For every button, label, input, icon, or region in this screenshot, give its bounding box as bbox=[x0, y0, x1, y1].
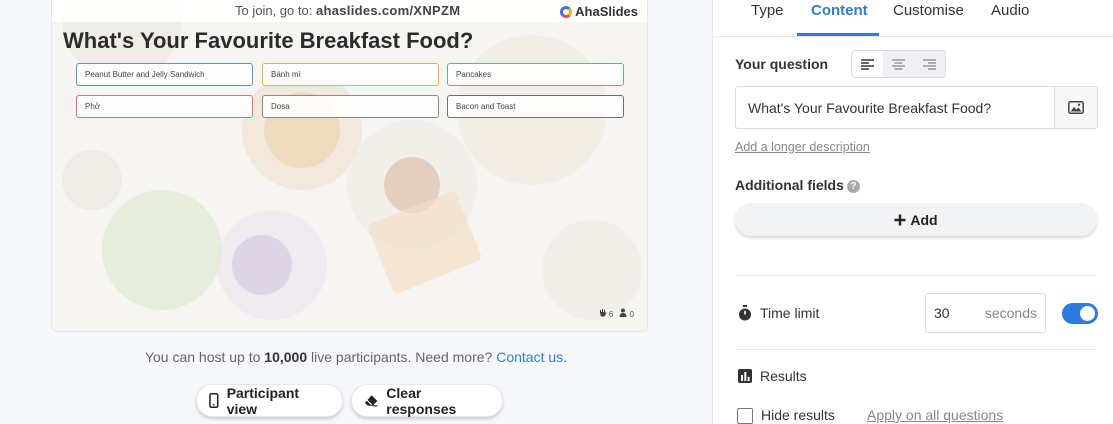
align-left-icon bbox=[861, 58, 874, 70]
host-capacity-note: You can host up to 10,000 live participa… bbox=[144, 349, 568, 365]
option-3: Pancakes bbox=[447, 63, 624, 86]
option-1: Peanut Butter and Jelly Sandwich bbox=[76, 63, 253, 86]
tab-content[interactable]: Content bbox=[811, 2, 868, 37]
eraser-icon bbox=[364, 395, 378, 407]
bar-chart-icon bbox=[738, 369, 752, 383]
tab-type[interactable]: Type bbox=[751, 2, 784, 37]
slide-preview-area: To join, go to: ahaslides.com/XNPZM AhaS… bbox=[0, 0, 712, 424]
ahaslides-logo: AhaSlides bbox=[560, 4, 638, 19]
time-limit-unit: seconds bbox=[984, 305, 1037, 321]
tab-customise[interactable]: Customise bbox=[893, 2, 964, 37]
slide-title: What's Your Favourite Breakfast Food? bbox=[63, 28, 474, 53]
option-2: Bánh mì bbox=[262, 63, 439, 86]
section-divider bbox=[735, 349, 1097, 350]
insert-image-button[interactable] bbox=[1054, 86, 1098, 129]
help-icon[interactable]: ? bbox=[846, 180, 860, 193]
add-description-link[interactable]: Add a longer description bbox=[735, 140, 870, 154]
align-center-icon bbox=[892, 58, 905, 70]
time-limit-row: Time limit bbox=[738, 305, 819, 321]
question-input[interactable] bbox=[735, 86, 1055, 129]
option-5: Dosa bbox=[262, 95, 439, 118]
join-code: ahaslides.com/XNPZM bbox=[315, 3, 461, 18]
time-limit-input[interactable]: 30 seconds bbox=[925, 293, 1046, 333]
editor-tabs: Type Content Customise Audio bbox=[713, 0, 1113, 37]
person-icon bbox=[619, 308, 627, 317]
stopwatch-icon bbox=[739, 305, 751, 321]
responses-counter: 6 bbox=[599, 308, 613, 319]
active-tab-indicator bbox=[797, 33, 879, 36]
hide-results-label: Hide results bbox=[761, 407, 835, 423]
join-bar: To join, go to: ahaslides.com/XNPZM AhaS… bbox=[52, 0, 647, 22]
participants-counter: 0 bbox=[619, 308, 634, 319]
phone-icon bbox=[209, 393, 219, 408]
hand-icon bbox=[599, 309, 607, 317]
align-left-button[interactable] bbox=[852, 51, 883, 77]
editor-panel: Type Content Customise Audio Your questi… bbox=[712, 0, 1113, 424]
plus-icon bbox=[894, 214, 906, 225]
option-4: Phở bbox=[76, 95, 253, 118]
align-center-button[interactable] bbox=[883, 51, 914, 77]
time-limit-toggle[interactable] bbox=[1062, 303, 1098, 324]
align-right-icon bbox=[923, 58, 936, 70]
clear-responses-button[interactable]: Clear responses bbox=[351, 384, 503, 417]
contact-us-link[interactable]: Contact us bbox=[496, 349, 563, 365]
image-icon bbox=[1068, 101, 1084, 114]
join-instructions: To join, go to: ahaslides.com/XNPZM bbox=[235, 3, 461, 18]
additional-fields-label: Additional fields? bbox=[735, 177, 860, 193]
your-question-label: Your question bbox=[735, 56, 829, 72]
results-row: Results bbox=[738, 368, 807, 384]
participant-view-button[interactable]: Participant view bbox=[196, 384, 343, 417]
apply-all-questions-link[interactable]: Apply on all questions bbox=[867, 407, 1003, 423]
slide-canvas[interactable]: To join, go to: ahaslides.com/XNPZM AhaS… bbox=[51, 0, 648, 332]
text-alignment-group bbox=[851, 50, 946, 78]
tab-audio[interactable]: Audio bbox=[991, 2, 1029, 37]
slide-counters: 6 0 bbox=[599, 308, 634, 319]
align-right-button[interactable] bbox=[914, 51, 945, 77]
participant-limit: 10,000 bbox=[264, 349, 308, 365]
add-field-button[interactable]: Add bbox=[735, 203, 1097, 236]
toggle-knob bbox=[1080, 306, 1095, 321]
ahaslides-logo-icon bbox=[560, 5, 573, 18]
time-limit-value: 30 bbox=[934, 305, 950, 321]
hide-results-checkbox[interactable] bbox=[737, 408, 753, 424]
option-6: Bacon and Toast bbox=[447, 95, 624, 118]
section-divider bbox=[735, 275, 1097, 276]
